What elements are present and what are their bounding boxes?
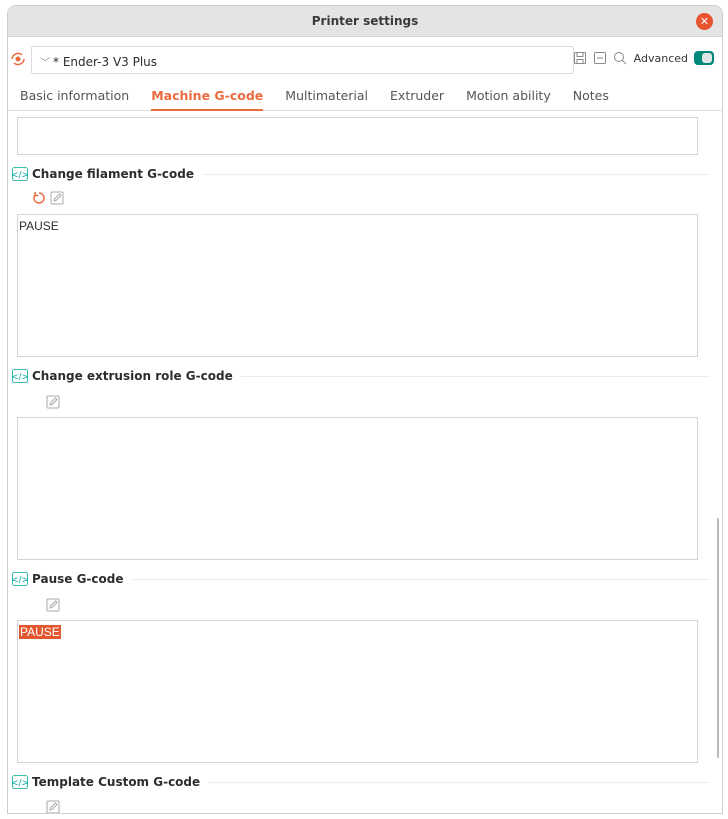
code-icon: </>: [12, 167, 28, 181]
change-extrusion-role-gcode-textbox[interactable]: [17, 417, 698, 560]
gcode-text: PAUSE: [19, 219, 59, 233]
close-icon: ✕: [699, 15, 710, 28]
divider: [131, 578, 710, 580]
preset-name: * Ender-3 V3 Plus: [53, 55, 158, 69]
change-filament-gcode-header: </> Change filament G-code: [12, 165, 710, 183]
preset-row: ﹀ * Ender-3 V3 Plus Advanced: [8, 46, 722, 76]
reset-icon[interactable]: [32, 191, 46, 205]
advanced-toggle[interactable]: [694, 51, 714, 65]
preset-select[interactable]: ﹀ * Ender-3 V3 Plus: [31, 46, 574, 74]
advanced-label: Advanced: [633, 51, 688, 65]
preset-tools: Advanced: [573, 51, 714, 65]
change-extrusion-role-gcode-header: </> Change extrusion role G-code: [12, 367, 710, 385]
change-extrusion-role-actions: [46, 394, 60, 410]
edit-icon[interactable]: [46, 395, 60, 409]
printer-settings-window: Printer settings ✕ ﹀ * Ender-3 V3 Plus A…: [7, 5, 723, 814]
sync-icon[interactable]: [9, 50, 27, 68]
save-icon[interactable]: [573, 51, 587, 65]
pause-gcode-textbox[interactable]: PAUSE: [17, 620, 698, 763]
section-label: Template Custom G-code: [32, 775, 201, 789]
window-title: Printer settings: [311, 14, 419, 28]
edit-icon[interactable]: [50, 191, 64, 205]
close-button[interactable]: ✕: [696, 13, 713, 30]
divider: [208, 781, 710, 783]
search-icon[interactable]: [613, 51, 627, 65]
template-custom-actions: [46, 799, 60, 814]
remove-icon[interactable]: [593, 51, 607, 65]
svg-text:</>: </>: [12, 171, 28, 181]
tab-multimaterial[interactable]: Multimaterial: [285, 88, 368, 110]
section-label: Change extrusion role G-code: [32, 369, 233, 383]
selected-gcode-text: PAUSE: [19, 625, 61, 639]
section-label: Pause G-code: [32, 572, 124, 586]
change-filament-gcode-textbox[interactable]: PAUSE: [17, 214, 698, 357]
edit-icon[interactable]: [46, 598, 60, 612]
title-bar: Printer settings ✕: [8, 6, 722, 37]
svg-text:</>: </>: [12, 373, 28, 383]
edit-icon[interactable]: [46, 800, 60, 814]
svg-text:</>: </>: [12, 576, 28, 586]
tab-extruder[interactable]: Extruder: [390, 88, 444, 110]
divider: [240, 375, 710, 377]
code-icon: </>: [12, 775, 28, 789]
previous-gcode-textbox[interactable]: [17, 117, 698, 155]
code-icon: </>: [12, 369, 28, 383]
pause-gcode-header: </> Pause G-code: [12, 570, 710, 588]
tab-machine-gcode[interactable]: Machine G-code: [151, 88, 264, 111]
code-icon: </>: [12, 572, 28, 586]
tab-motion-ability[interactable]: Motion ability: [466, 88, 551, 110]
tab-basic-information[interactable]: Basic information: [20, 88, 129, 110]
section-label: Change filament G-code: [32, 167, 195, 181]
vertical-scrollbar[interactable]: [717, 518, 719, 758]
change-filament-actions: [32, 190, 64, 206]
svg-text:</>: </>: [12, 779, 28, 789]
settings-content: </> Change filament G-code PAUSE </> Cha…: [8, 112, 722, 813]
toggle-knob: [702, 53, 712, 63]
tab-notes[interactable]: Notes: [573, 88, 609, 110]
template-custom-gcode-header: </> Template Custom G-code: [12, 773, 710, 791]
pause-gcode-actions: [46, 597, 60, 613]
tab-bar: Basic information Machine G-code Multima…: [8, 88, 722, 111]
divider: [202, 173, 710, 175]
chevron-down-icon: ﹀: [40, 58, 50, 69]
